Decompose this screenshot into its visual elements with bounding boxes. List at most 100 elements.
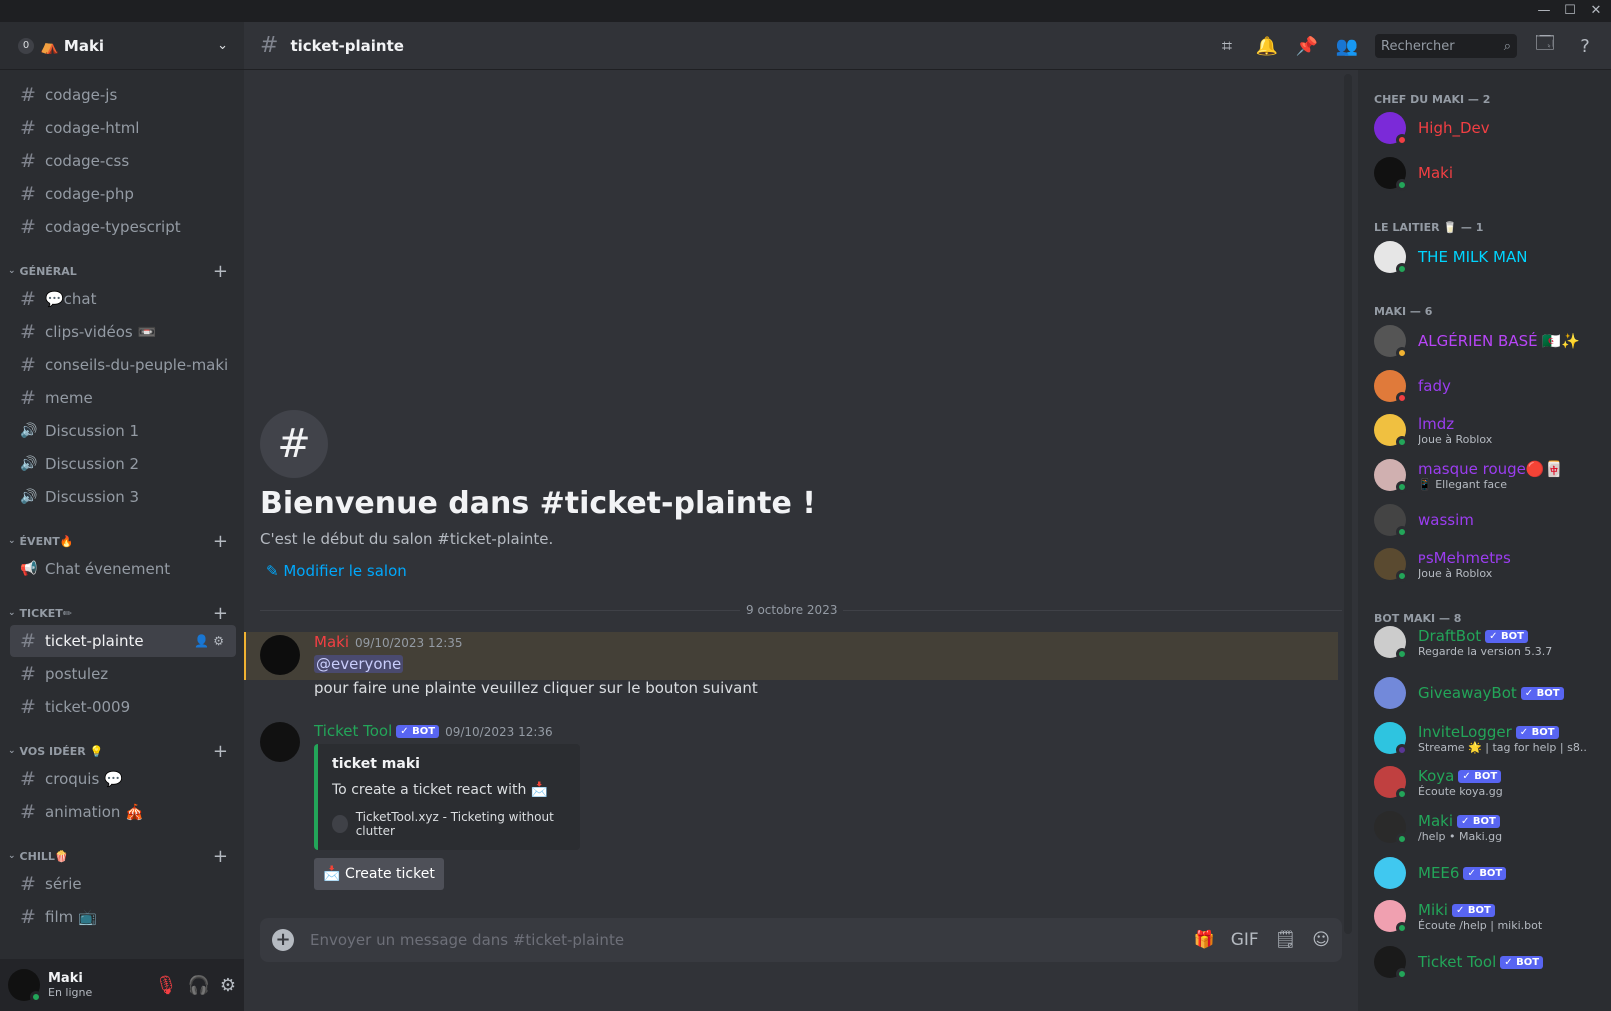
channel-meme[interactable]: # meme	[10, 382, 236, 414]
channel-serie[interactable]: # série	[10, 868, 236, 900]
member-item[interactable]: masque rouge🔴🀄 📱 Ellegant face	[1374, 453, 1604, 497]
channel-label: Discussion 1	[45, 422, 140, 440]
channel-ticket-plainte[interactable]: # ticket-plainte 👤⚙	[10, 625, 236, 657]
avatar[interactable]	[260, 722, 300, 762]
category-ticket[interactable]: ⌄ TICKET✏ +	[8, 603, 236, 624]
member-item[interactable]: InviteLogger ✓ BOT Streame 🌟 | tag for hel…	[1374, 716, 1604, 760]
category-event[interactable]: ⌄ ÉVENT🔥 +	[8, 531, 236, 552]
channel-conseils[interactable]: # conseils-du-peuple-maki	[10, 349, 236, 381]
member-item[interactable]: ᴘsMehmetᴘs Joue à Roblox	[1374, 542, 1604, 586]
category-general[interactable]: ⌄ GÉNÉRAL +	[8, 261, 236, 282]
search-input[interactable]: Rechercher ⌕	[1375, 34, 1517, 58]
avatar[interactable]	[260, 635, 300, 675]
member-item[interactable]: Koya ✓ BOT Écoute koya.gg	[1374, 760, 1604, 804]
message-author[interactable]: Ticket Tool	[314, 722, 392, 740]
help-icon[interactable]: ?	[1573, 36, 1597, 57]
member-item[interactable]: Ticket Tool ✓ BOT	[1374, 940, 1604, 984]
member-item[interactable]: GiveawayBot ✓ BOT	[1374, 671, 1604, 715]
member-name: MEE6 ✓ BOT	[1418, 864, 1507, 882]
maximize-button[interactable]: ☐	[1557, 0, 1583, 22]
gift-icon[interactable]: 🎁	[1194, 930, 1215, 950]
category-vos-ideer[interactable]: ⌄ VOS IDÉER 💡 +	[8, 741, 236, 762]
add-attachment-icon[interactable]: +	[272, 929, 294, 951]
channel-codage-html[interactable]: # codage-html	[10, 112, 236, 144]
member-name: InviteLogger ✓ BOT	[1418, 723, 1588, 741]
add-channel-icon[interactable]: +	[213, 531, 228, 552]
threads-icon[interactable]: ⌗	[1215, 36, 1239, 57]
member-activity: 📱 Ellegant face	[1418, 477, 1507, 491]
everyone-mention[interactable]: @everyone	[314, 655, 404, 673]
hash-icon: #	[20, 354, 36, 376]
gif-icon[interactable]: GIF	[1231, 930, 1259, 950]
member-item[interactable]: fady	[1374, 364, 1604, 408]
members-icon[interactable]: 👥	[1335, 36, 1359, 57]
member-item[interactable]: Miki ✓ BOT Écoute /help | miki.bot	[1374, 894, 1604, 938]
bell-icon[interactable]: 🔔	[1255, 36, 1279, 57]
search-icon: ⌕	[1503, 38, 1511, 54]
inbox-icon[interactable]: 🗔	[1533, 31, 1557, 61]
mute-mic-icon[interactable]: 🎙	[155, 975, 178, 996]
hash-icon: #	[20, 696, 36, 718]
member-item[interactable]: DraftBot ✓ BOT Regarde la version 5.3.7	[1374, 620, 1604, 664]
create-ticket-button[interactable]: 📩 Create ticket	[314, 858, 444, 890]
message-composer[interactable]: + Envoyer un message dans #ticket-plaint…	[260, 918, 1342, 962]
hash-icon: #	[20, 630, 36, 652]
message-author[interactable]: Maki	[314, 633, 349, 651]
member-item[interactable]: High_Dev	[1374, 106, 1604, 150]
channel-croquis[interactable]: # croquis 💬	[10, 763, 236, 795]
member-item[interactable]: Maki ✓ BOT/help • Maki.gg	[1374, 805, 1604, 849]
channel-codage-js[interactable]: # codage-js	[10, 79, 236, 111]
member-item[interactable]: ALGÉRIEN BASÉ 🇩🇿✨	[1374, 319, 1604, 363]
channel-ticket-0009[interactable]: # ticket-0009	[10, 691, 236, 723]
add-channel-icon[interactable]: +	[213, 603, 228, 624]
gear-icon[interactable]: ⚙	[220, 975, 236, 996]
chevron-down-icon[interactable]: ⌄	[217, 38, 228, 53]
add-channel-icon[interactable]: +	[213, 846, 228, 867]
avatar[interactable]	[8, 969, 42, 1003]
scrollbar[interactable]	[1344, 74, 1352, 934]
member-item[interactable]: Maki	[1374, 151, 1604, 195]
message-header: Maki 09/10/2023 12:35	[314, 632, 463, 651]
edit-channel-link[interactable]: ✎ Modifier le salon	[266, 562, 407, 580]
channel-animation[interactable]: # animation 🎪	[10, 796, 236, 828]
emoji-icon[interactable]: ☺	[1312, 930, 1330, 950]
channel-film[interactable]: # film 📺	[10, 901, 236, 933]
channel-codage-css[interactable]: # codage-css	[10, 145, 236, 177]
category-chill[interactable]: ⌄ CHILL🍿 +	[8, 846, 236, 867]
bot-badge: ✓ BOT	[396, 725, 440, 738]
channel-clips-videos[interactable]: # clips-vidéos 📼	[10, 316, 236, 348]
member-name: Ticket Tool ✓ BOT	[1418, 953, 1544, 971]
channel-codage-typescript[interactable]: # codage-typescript	[10, 211, 236, 243]
member-item[interactable]: wassim	[1374, 498, 1604, 542]
hash-icon: #	[20, 873, 36, 895]
member-activity: Streame 🌟 | tag for help | s8...	[1418, 740, 1588, 754]
add-channel-icon[interactable]: +	[213, 741, 228, 762]
user-panel: Maki En ligne 🎙 🎧 ⚙	[0, 959, 244, 1011]
avatar	[1374, 626, 1408, 660]
close-window-button[interactable]: ✕	[1583, 0, 1609, 22]
member-activity: Écoute /help | miki.bot	[1418, 918, 1543, 932]
invite-settings-icons[interactable]: 👤⚙	[194, 634, 228, 648]
channel-postulez[interactable]: # postulez	[10, 658, 236, 690]
server-header[interactable]: 0 ⛺ Maki ⌄	[0, 22, 244, 70]
status-icon	[1396, 481, 1408, 493]
member-item[interactable]: lmdz Joue à Roblox	[1374, 408, 1604, 452]
channel-chat[interactable]: # 💬chat	[10, 283, 236, 315]
member-activity: Joue à Roblox	[1418, 432, 1493, 446]
headphones-icon[interactable]: 🎧	[187, 975, 209, 996]
minimize-button[interactable]: —	[1531, 0, 1557, 22]
add-channel-icon[interactable]: +	[213, 261, 228, 282]
voice-channel-discussion-1[interactable]: 🔊 Discussion 1	[10, 415, 236, 447]
voice-channel-discussion-3[interactable]: 🔊 Discussion 3	[10, 481, 236, 513]
bot-badge: ✓ BOT	[1451, 903, 1495, 917]
channel-codage-php[interactable]: # codage-php	[10, 178, 236, 210]
category-label: ÉVENT🔥	[19, 534, 74, 548]
member-item[interactable]: MEE6 ✓ BOT	[1374, 851, 1604, 895]
channel-label: codage-php	[45, 185, 134, 203]
voice-channel-discussion-2[interactable]: 🔊 Discussion 2	[10, 448, 236, 480]
pin-icon[interactable]: 📌	[1295, 36, 1319, 57]
member-item[interactable]: THE MILK MAN	[1374, 235, 1604, 279]
server-name: ⛺ Maki	[40, 36, 105, 55]
channel-chat-evenement[interactable]: 📢 Chat évenement	[10, 553, 236, 585]
sticker-icon[interactable]: 🗒	[1275, 930, 1297, 950]
